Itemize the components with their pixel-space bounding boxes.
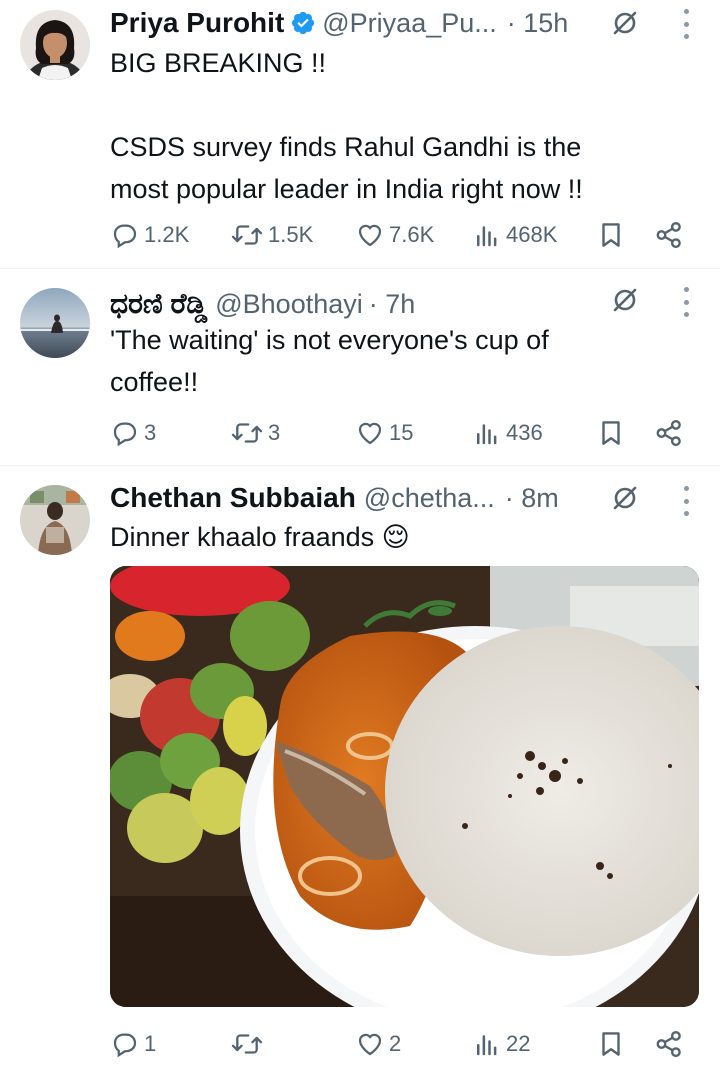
share-icon[interactable] [654, 413, 684, 453]
reply-count: 3 [144, 420, 157, 445]
repost-button[interactable] [230, 1024, 268, 1064]
tweet-text: 'The waiting' is not everyone's cup of c… [110, 319, 690, 403]
repost-button[interactable]: 3 [230, 413, 280, 453]
action-bar: 3 3 15 436 [110, 413, 690, 453]
views-icon [472, 220, 502, 250]
repost-icon [230, 418, 264, 448]
views-count: 22 [506, 1031, 531, 1056]
author-handle[interactable]: @Priyaa_Pu... [322, 8, 497, 39]
repost-count: 1.5K [268, 222, 314, 247]
bookmark-icon[interactable] [596, 413, 626, 453]
repost-button[interactable]: 1.5K [230, 215, 313, 255]
more-icon[interactable] [680, 486, 692, 516]
tweet-2[interactable]: ಧರಣಿ ರೆಡ್ಡಿ @Bhoothayi · 7h 'The waiting… [0, 268, 720, 465]
tweet-3[interactable]: Chethan Subbaiah @chetha... · 8m Dinner … [0, 465, 720, 1075]
bookmark-icon[interactable] [596, 1024, 626, 1064]
tweet-image[interactable] [110, 566, 699, 1007]
author-name[interactable]: Priya Purohit [110, 7, 284, 39]
reply-icon [110, 220, 140, 250]
share-icon[interactable] [654, 215, 684, 255]
views-icon [472, 1029, 502, 1059]
tweet-1[interactable]: Priya Purohit @Priyaa_Pu... · 15h BIG BR… [0, 0, 720, 268]
reply-icon [110, 1029, 140, 1059]
like-button[interactable]: 7.6K [355, 215, 434, 255]
timestamp[interactable]: · 8m [505, 483, 559, 514]
author-name[interactable]: Chethan Subbaiah [110, 482, 356, 514]
avatar[interactable] [20, 10, 90, 80]
tweet-text-line: Dinner khaalo fraands 😌 [110, 522, 410, 552]
more-icon[interactable] [680, 9, 692, 39]
verified-badge-icon [290, 10, 316, 36]
more-icon[interactable] [680, 287, 692, 317]
author-name[interactable]: ಧರಣಿ ರೆಡ್ಡಿ [110, 288, 207, 321]
like-icon [355, 220, 385, 250]
tweet-text: BIG BREAKING !! CSDS survey finds Rahul … [110, 42, 690, 210]
repost-icon [230, 220, 264, 250]
views-button[interactable]: 436 [472, 413, 543, 453]
reply-button[interactable]: 1.2K [110, 215, 189, 255]
views-button[interactable]: 22 [472, 1024, 530, 1064]
reply-count: 1.2K [144, 222, 190, 247]
views-count: 468K [506, 222, 558, 247]
like-icon [355, 418, 385, 448]
reply-button[interactable]: 3 [110, 413, 156, 453]
views-count: 436 [506, 420, 543, 445]
avatar[interactable] [20, 485, 90, 555]
timestamp[interactable]: · 15h [507, 8, 569, 39]
tweet-text-line: most popular leader in India right now !… [110, 174, 583, 204]
tweet-text-line [110, 84, 690, 126]
action-bar: 1 2 22 [110, 1024, 690, 1064]
reply-button[interactable]: 1 [110, 1024, 156, 1064]
avatar[interactable] [20, 288, 90, 358]
like-button[interactable]: 2 [355, 1024, 401, 1064]
reply-count: 1 [144, 1031, 157, 1056]
grok-icon[interactable] [610, 483, 640, 513]
repost-icon [230, 1029, 264, 1059]
tweet-text-line: CSDS survey finds Rahul Gandhi is the [110, 132, 582, 162]
share-icon[interactable] [654, 1024, 684, 1064]
tweet-text: Dinner khaalo fraands 😌 [110, 516, 690, 558]
tweet-text-line: 'The waiting' is not everyone's cup of [110, 325, 549, 355]
timestamp[interactable]: · 7h [369, 289, 416, 320]
grok-icon[interactable] [610, 8, 640, 38]
like-button[interactable]: 15 [355, 413, 413, 453]
author-handle[interactable]: @Bhoothayi [215, 289, 363, 320]
bookmark-icon[interactable] [596, 215, 626, 255]
like-count: 7.6K [389, 222, 435, 247]
action-bar: 1.2K 1.5K 7.6K 468K [110, 215, 690, 255]
like-count: 2 [389, 1031, 402, 1056]
repost-count: 3 [268, 420, 281, 445]
reply-icon [110, 418, 140, 448]
like-icon [355, 1029, 385, 1059]
views-icon [472, 418, 502, 448]
author-handle[interactable]: @chetha... [364, 483, 495, 514]
tweet-text-line: BIG BREAKING !! [110, 48, 327, 78]
like-count: 15 [389, 420, 414, 445]
views-button[interactable]: 468K [472, 215, 557, 255]
tweet-text-line: coffee!! [110, 367, 199, 397]
grok-icon[interactable] [610, 285, 640, 315]
